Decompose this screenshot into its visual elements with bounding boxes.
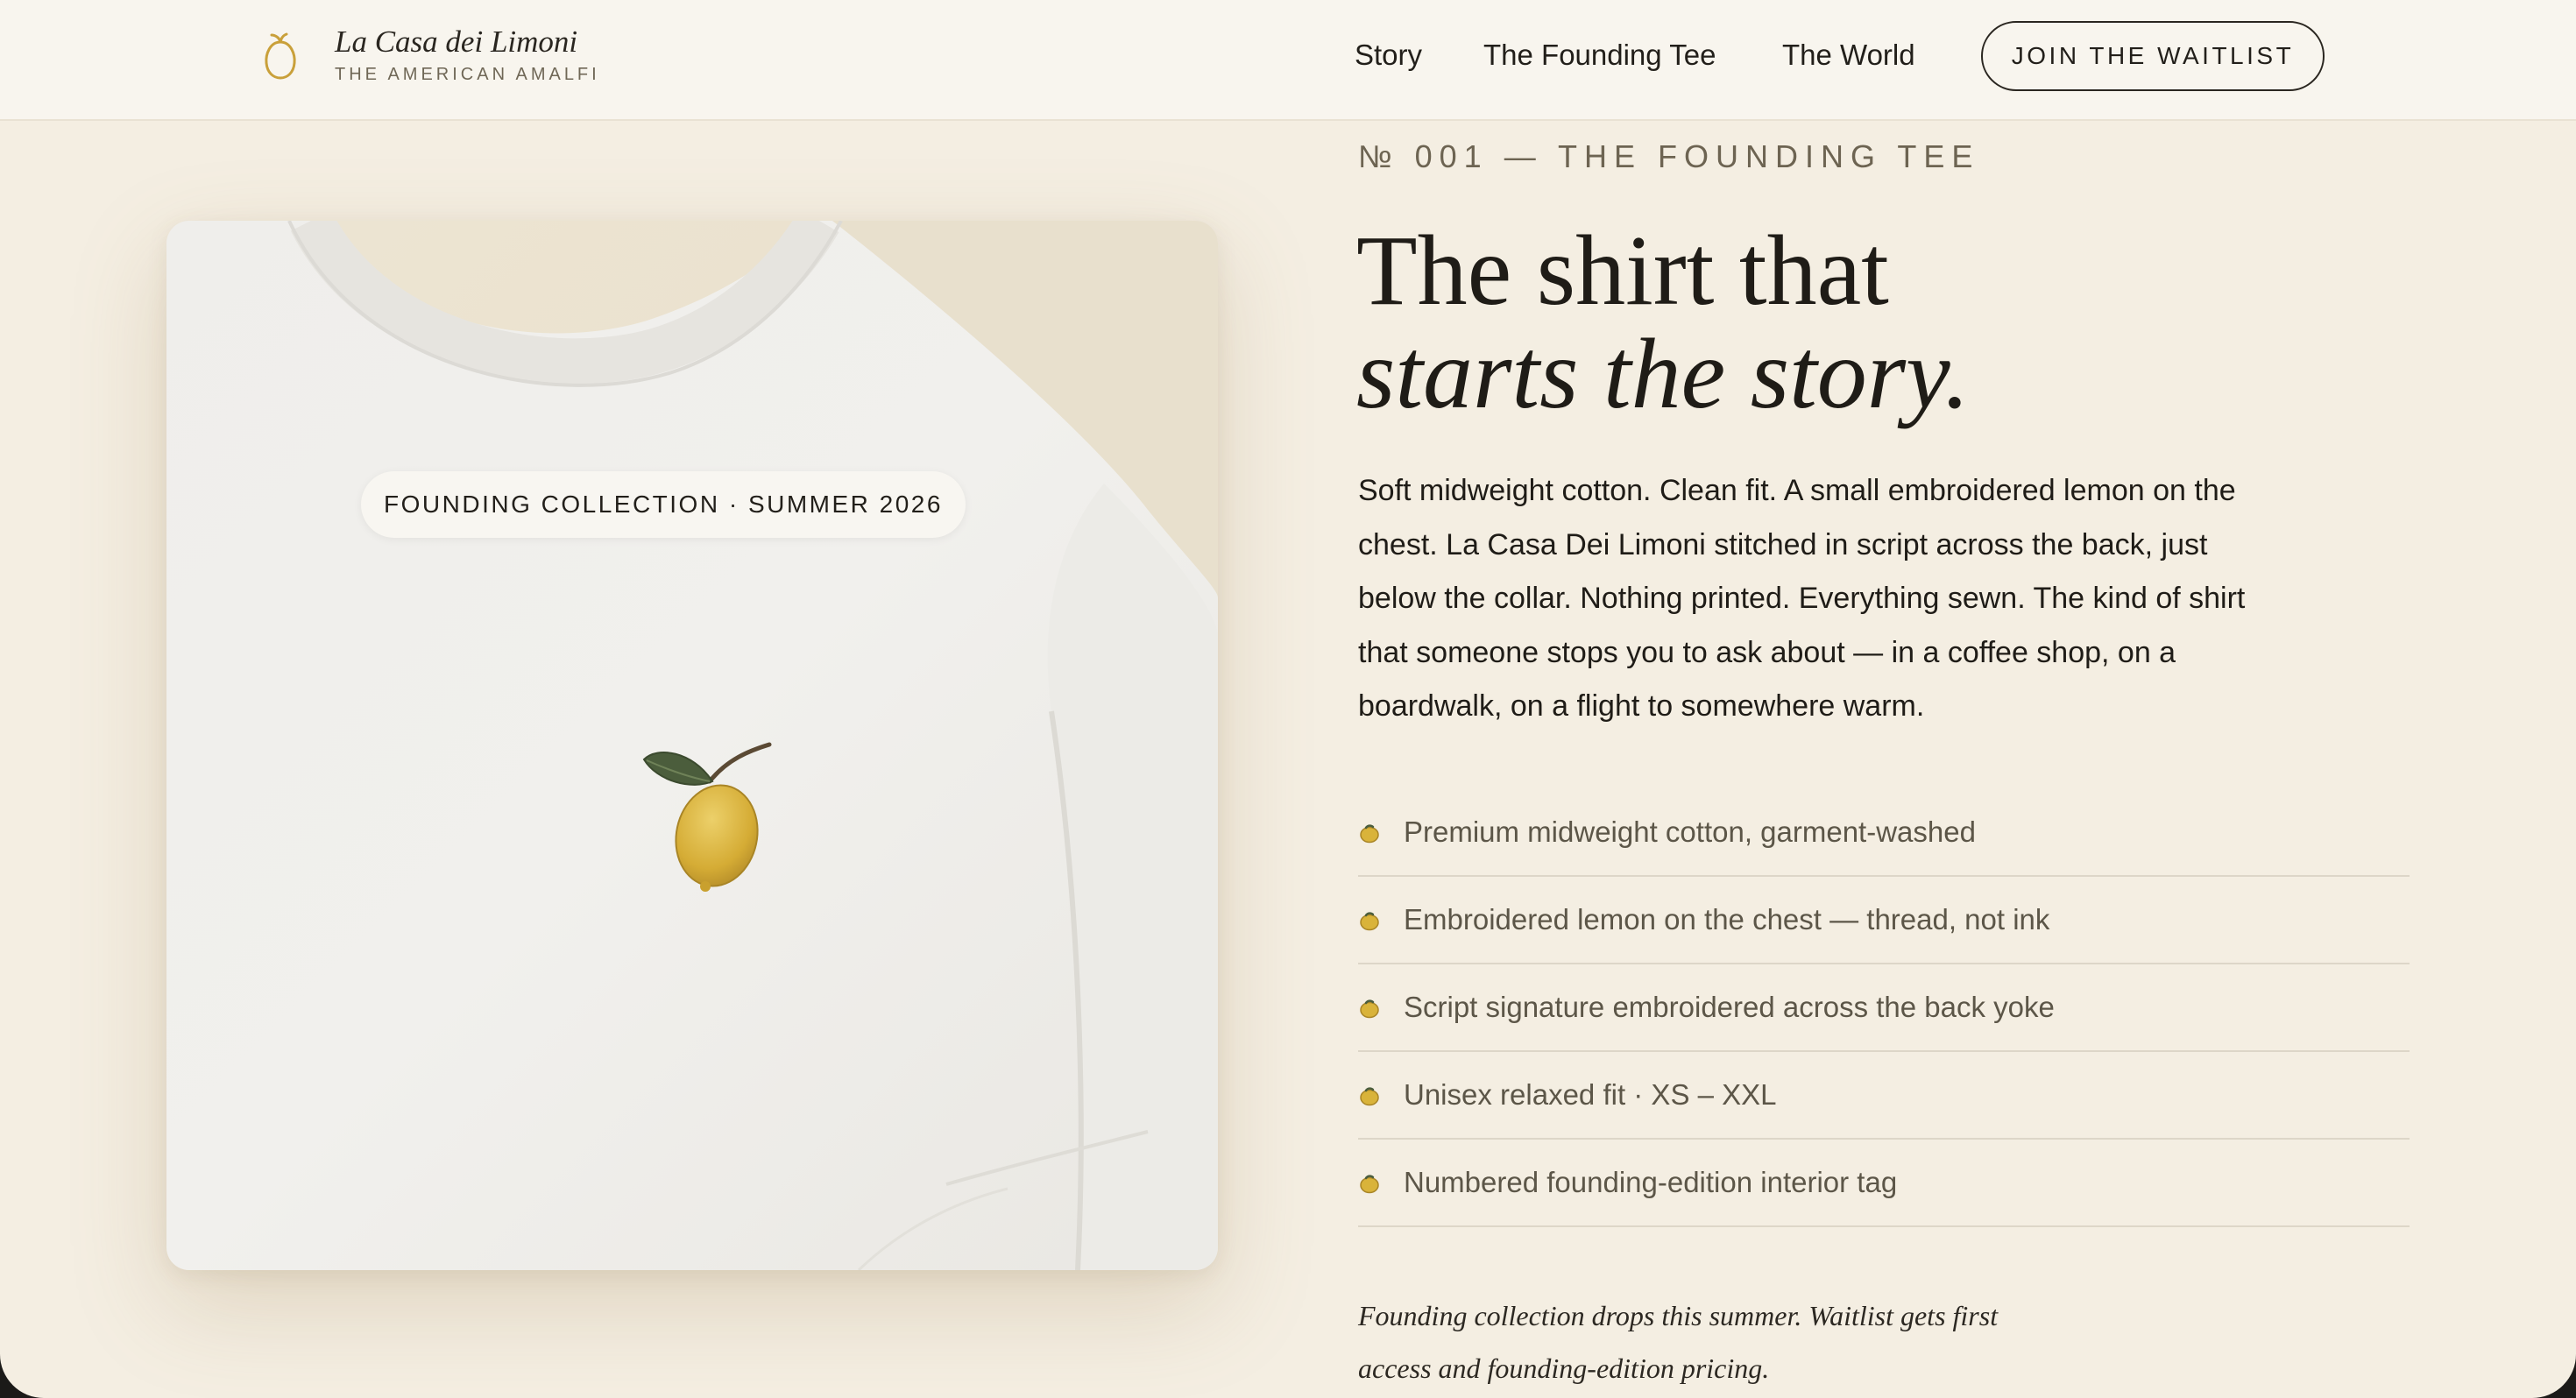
brand-tagline: THE AMERICAN AMALFI xyxy=(335,65,600,84)
lemon-bullet-icon xyxy=(1360,824,1379,844)
page: La Casa dei Limoni THE AMERICAN AMALFI S… xyxy=(0,0,2576,1398)
nav-link-founding-tee[interactable]: The Founding Tee xyxy=(1483,39,1716,72)
site-header: La Casa dei Limoni THE AMERICAN AMALFI S… xyxy=(0,0,2576,121)
brand-name: La Casa dei Limoni xyxy=(335,25,578,59)
feature-item: Unisex relaxed fit · XS – XXL xyxy=(1358,1052,2410,1140)
page-title: The shirt that starts the story. xyxy=(1356,219,1970,426)
collection-badge: FOUNDING COLLECTION · SUMMER 2026 xyxy=(361,471,966,538)
lemon-bullet-icon xyxy=(1360,912,1379,931)
feature-item: Premium midweight cotton, garment-washed xyxy=(1358,789,2410,877)
feature-list: Premium midweight cotton, garment-washed… xyxy=(1358,789,2410,1227)
feature-text: Premium midweight cotton, garment-washed xyxy=(1404,816,1976,848)
join-waitlist-button[interactable]: JOIN THE WAITLIST xyxy=(1981,21,2325,91)
lemon-bullet-icon xyxy=(1360,1175,1379,1194)
headline-line-1: The shirt that xyxy=(1356,215,1889,326)
lemon-outline-icon xyxy=(265,32,296,80)
product-image-card: FOUNDING COLLECTION · SUMMER 2026 xyxy=(166,221,1218,1270)
feature-item: Numbered founding-edition interior tag xyxy=(1358,1140,2410,1227)
feature-text: Script signature embroidered across the … xyxy=(1404,991,2055,1023)
lemon-bullet-icon xyxy=(1360,999,1379,1019)
lemon-bullet-icon xyxy=(1360,1087,1379,1106)
product-eyebrow: № 001 — THE FOUNDING TEE xyxy=(1358,138,1980,174)
nav-link-world[interactable]: The World xyxy=(1782,39,1915,72)
tee-product-image xyxy=(166,221,1218,1270)
feature-text: Numbered founding-edition interior tag xyxy=(1404,1166,1898,1198)
feature-item: Embroidered lemon on the chest — thread,… xyxy=(1358,877,2410,964)
product-description: Soft midweight cotton. Clean fit. A smal… xyxy=(1358,474,2246,723)
feature-text: Unisex relaxed fit · XS – XXL xyxy=(1404,1078,1777,1111)
feature-text: Embroidered lemon on the chest — thread,… xyxy=(1404,903,2050,936)
feature-item: Script signature embroidered across the … xyxy=(1358,964,2410,1052)
launch-note: Founding collection drops this summer. W… xyxy=(1358,1300,1999,1384)
nav-link-story[interactable]: Story xyxy=(1355,39,1422,72)
headline-line-2: starts the story. xyxy=(1356,318,1970,429)
